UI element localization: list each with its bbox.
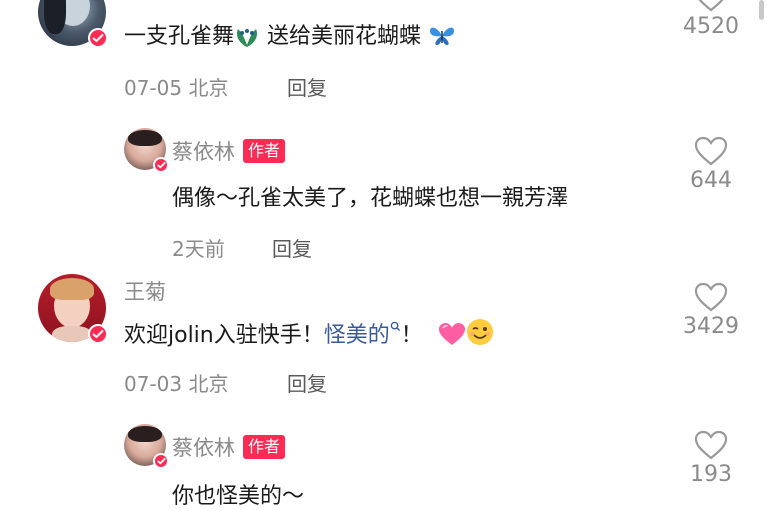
heart-outline-icon <box>694 136 728 166</box>
author-name[interactable]: 蔡依林 作者 <box>172 432 286 462</box>
avatar[interactable] <box>38 274 108 344</box>
like-button[interactable]: 193 <box>671 430 751 487</box>
butterfly-emoji <box>428 25 456 53</box>
heart-outline-icon <box>694 282 728 312</box>
heart-emoji <box>438 322 466 352</box>
avatar[interactable] <box>38 0 108 48</box>
scrollbar[interactable] <box>759 0 764 20</box>
comment-text: 欢迎jolin入驻快手！怪美的！ <box>124 317 494 352</box>
like-button[interactable]: 3429 <box>671 282 751 339</box>
comment-text: 你也怪美的～ <box>172 484 305 509</box>
like-button[interactable]: 4520 <box>671 0 751 39</box>
comment-text: 偶像～孔雀太美了，花蝴蝶也想一親芳澤 <box>172 186 569 211</box>
reply-button[interactable]: 回复 <box>287 72 327 101</box>
author-badge: 作者 <box>243 435 286 459</box>
comment-date: 2天前 <box>172 237 225 261</box>
verified-icon <box>88 324 108 344</box>
like-count: 4520 <box>683 14 739 39</box>
like-count: 193 <box>690 462 732 487</box>
wink-emoji <box>466 318 494 352</box>
verified-icon <box>153 157 169 173</box>
search-icon <box>390 321 400 332</box>
avatar[interactable] <box>124 424 169 469</box>
comment-meta: 07-03 北京 <box>124 372 229 396</box>
avatar[interactable] <box>124 128 169 173</box>
heart-outline-icon <box>694 430 728 460</box>
comment-meta: 07-05 北京 <box>124 76 229 100</box>
search-link[interactable]: 怪美的 <box>324 321 401 348</box>
like-button[interactable]: 644 <box>671 136 751 193</box>
author-name[interactable]: 王菊 <box>124 276 166 306</box>
heart-outline-icon <box>698 0 724 12</box>
like-count: 644 <box>690 168 732 193</box>
reply-button[interactable]: 回复 <box>272 233 312 262</box>
author-badge: 作者 <box>243 139 286 163</box>
verified-icon <box>153 453 169 469</box>
comment-text: 一支孔雀舞 送给美丽花蝴蝶 <box>124 18 456 53</box>
reply-button[interactable]: 回复 <box>287 368 327 397</box>
verified-icon <box>88 28 108 48</box>
author-name[interactable]: 蔡依林 作者 <box>172 136 286 166</box>
peacock-emoji <box>234 27 260 53</box>
like-count: 3429 <box>683 314 739 339</box>
